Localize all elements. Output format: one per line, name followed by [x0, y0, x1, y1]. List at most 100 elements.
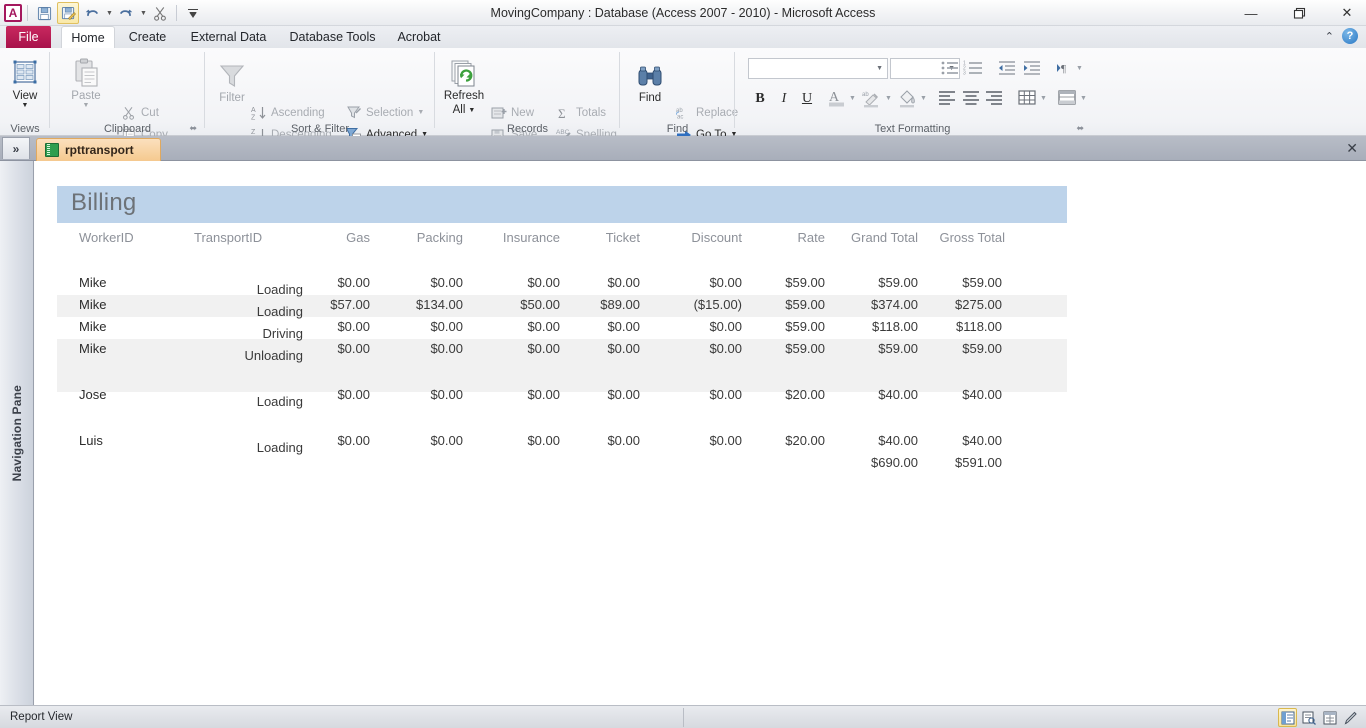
- cell-ticket: $0.00: [607, 341, 640, 356]
- ribbon: View ▼ Views Paste ▼ Cut Copy Clipboard …: [0, 48, 1366, 165]
- view-button[interactable]: View ▼: [0, 54, 52, 109]
- access-app-icon[interactable]: A: [4, 4, 22, 22]
- increase-indent-button[interactable]: [1022, 59, 1042, 82]
- close-button[interactable]: ✕: [1334, 3, 1360, 23]
- replace-label: Replace: [696, 106, 739, 119]
- tab-database-tools[interactable]: Database Tools: [280, 26, 385, 48]
- cut-button[interactable]: Cut: [120, 102, 159, 123]
- cell-workerid: Mike: [79, 275, 107, 290]
- alternate-fill-dropdown-icon[interactable]: ▼: [1080, 95, 1087, 102]
- cell-grand-total: $40.00: [878, 387, 918, 402]
- cell-rate: $59.00: [785, 297, 825, 312]
- gridlines-icon: [1018, 90, 1036, 105]
- view-dropdown-icon[interactable]: ▼: [22, 102, 29, 109]
- highlight-button[interactable]: ab ▼: [862, 88, 892, 108]
- navigation-pane-title-wrapper: Navigation Pane: [0, 161, 34, 705]
- highlight-dropdown-icon[interactable]: ▼: [885, 95, 892, 102]
- font-color-button[interactable]: A ▼: [828, 88, 856, 108]
- new-record-button[interactable]: New: [490, 102, 534, 123]
- design-view-button[interactable]: [1341, 708, 1360, 727]
- italic-button[interactable]: I: [773, 88, 795, 110]
- cell-ticket: $89.00: [600, 297, 640, 312]
- paste-dropdown-icon[interactable]: ▼: [83, 102, 90, 109]
- clipboard-dialog-launcher[interactable]: ⬌: [189, 123, 197, 134]
- alternate-fill-button[interactable]: ▼: [1057, 89, 1087, 107]
- customize-icon[interactable]: [182, 2, 204, 24]
- replace-button[interactable]: ab ac Replace: [675, 102, 738, 123]
- align-center-button[interactable]: [961, 89, 981, 112]
- bold-button[interactable]: B: [749, 88, 771, 110]
- filter-button[interactable]: Filter: [209, 56, 255, 104]
- numbering-button[interactable]: 1 2 3: [963, 59, 985, 82]
- selection-dropdown-icon[interactable]: ▼: [417, 109, 424, 116]
- cell-insurance: $0.00: [527, 433, 560, 448]
- tab-external-data[interactable]: External Data: [181, 26, 276, 48]
- cell-transportid: Unloading: [244, 348, 303, 363]
- bullets-button[interactable]: [940, 59, 960, 82]
- document-tab-rpttransport[interactable]: rpttransport: [36, 138, 161, 161]
- ascending-button[interactable]: A Z Ascending: [250, 102, 325, 123]
- print-preview-button[interactable]: [1299, 708, 1318, 727]
- font-family-dropdown-icon[interactable]: ▼: [876, 65, 883, 72]
- text-direction-dropdown-icon[interactable]: ▼: [1076, 65, 1083, 72]
- tab-home[interactable]: Home: [61, 26, 115, 48]
- text-direction-button[interactable]: ¶ ▼: [1055, 59, 1083, 77]
- refresh-all-dropdown-icon[interactable]: ▼: [468, 107, 475, 114]
- ascending-label: Ascending: [271, 106, 325, 119]
- cell-workerid: Mike: [79, 341, 107, 356]
- fill-color-dropdown-icon[interactable]: ▼: [920, 95, 927, 102]
- totals-button[interactable]: Σ Totals: [555, 102, 607, 123]
- align-right-button[interactable]: [984, 89, 1004, 112]
- cell-gas: $0.00: [337, 433, 370, 448]
- refresh-all-label2: All: [452, 104, 466, 116]
- cell-gas: $57.00: [330, 297, 370, 312]
- layout-view-button[interactable]: [1320, 708, 1339, 727]
- tab-file[interactable]: File: [6, 26, 51, 48]
- undo-icon[interactable]: [81, 2, 103, 24]
- cell-workerid: Luis: [79, 433, 103, 448]
- cut-icon[interactable]: [149, 2, 171, 24]
- column-header-workerid: WorkerID: [79, 230, 134, 245]
- redo-icon[interactable]: [115, 2, 137, 24]
- cell-discount: $0.00: [709, 433, 742, 448]
- cell-packing: $0.00: [430, 275, 463, 290]
- font-color-dropdown-icon[interactable]: ▼: [849, 95, 856, 102]
- column-header-grand-total: Grand Total: [851, 230, 918, 245]
- center-align-icon: [963, 91, 979, 105]
- cell-insurance: $0.00: [527, 275, 560, 290]
- ribbon-help-area: ⌃ ?: [1325, 28, 1358, 44]
- selection-button[interactable]: Selection ▼: [345, 102, 424, 123]
- save-as-icon[interactable]: [57, 2, 79, 24]
- cell-ticket: $0.00: [607, 387, 640, 402]
- fill-color-button[interactable]: ▼: [897, 88, 927, 108]
- tab-create[interactable]: Create: [120, 26, 175, 48]
- replace-icon: ab ac: [675, 104, 692, 121]
- gridlines-button[interactable]: ▼: [1017, 89, 1047, 107]
- navigation-pane-toggle-button[interactable]: »: [2, 137, 30, 159]
- redo-dropdown-icon[interactable]: ▼: [140, 10, 147, 17]
- restore-button[interactable]: [1286, 3, 1312, 23]
- cell-packing: $0.00: [430, 341, 463, 356]
- minimize-button[interactable]: —: [1238, 3, 1264, 23]
- close-document-button[interactable]: ✕: [1346, 140, 1358, 157]
- paste-button[interactable]: Paste ▼: [60, 54, 112, 109]
- text-formatting-dialog-launcher[interactable]: ⬌: [1076, 123, 1084, 134]
- gridlines-dropdown-icon[interactable]: ▼: [1040, 95, 1047, 102]
- report-view-button[interactable]: [1278, 708, 1297, 727]
- cell-insurance: $0.00: [527, 387, 560, 402]
- refresh-all-label: Refresh: [443, 90, 485, 102]
- navigation-pane[interactable]: Navigation Pane: [0, 161, 34, 705]
- align-left-button[interactable]: [937, 89, 957, 112]
- find-button[interactable]: Find: [625, 56, 675, 104]
- font-family-combobox[interactable]: ▼: [748, 58, 888, 79]
- refresh-all-button[interactable]: Refresh All ▼: [438, 54, 490, 116]
- underline-button[interactable]: U: [796, 88, 818, 110]
- view-button-label: View: [12, 90, 38, 102]
- collapse-ribbon-icon[interactable]: ⌃: [1325, 30, 1334, 43]
- decrease-indent-button[interactable]: [997, 59, 1017, 82]
- undo-dropdown-icon[interactable]: ▼: [106, 10, 113, 17]
- tab-acrobat[interactable]: Acrobat: [388, 26, 450, 48]
- cell-discount: $0.00: [709, 387, 742, 402]
- save-icon[interactable]: [33, 2, 55, 24]
- help-icon[interactable]: ?: [1342, 28, 1358, 44]
